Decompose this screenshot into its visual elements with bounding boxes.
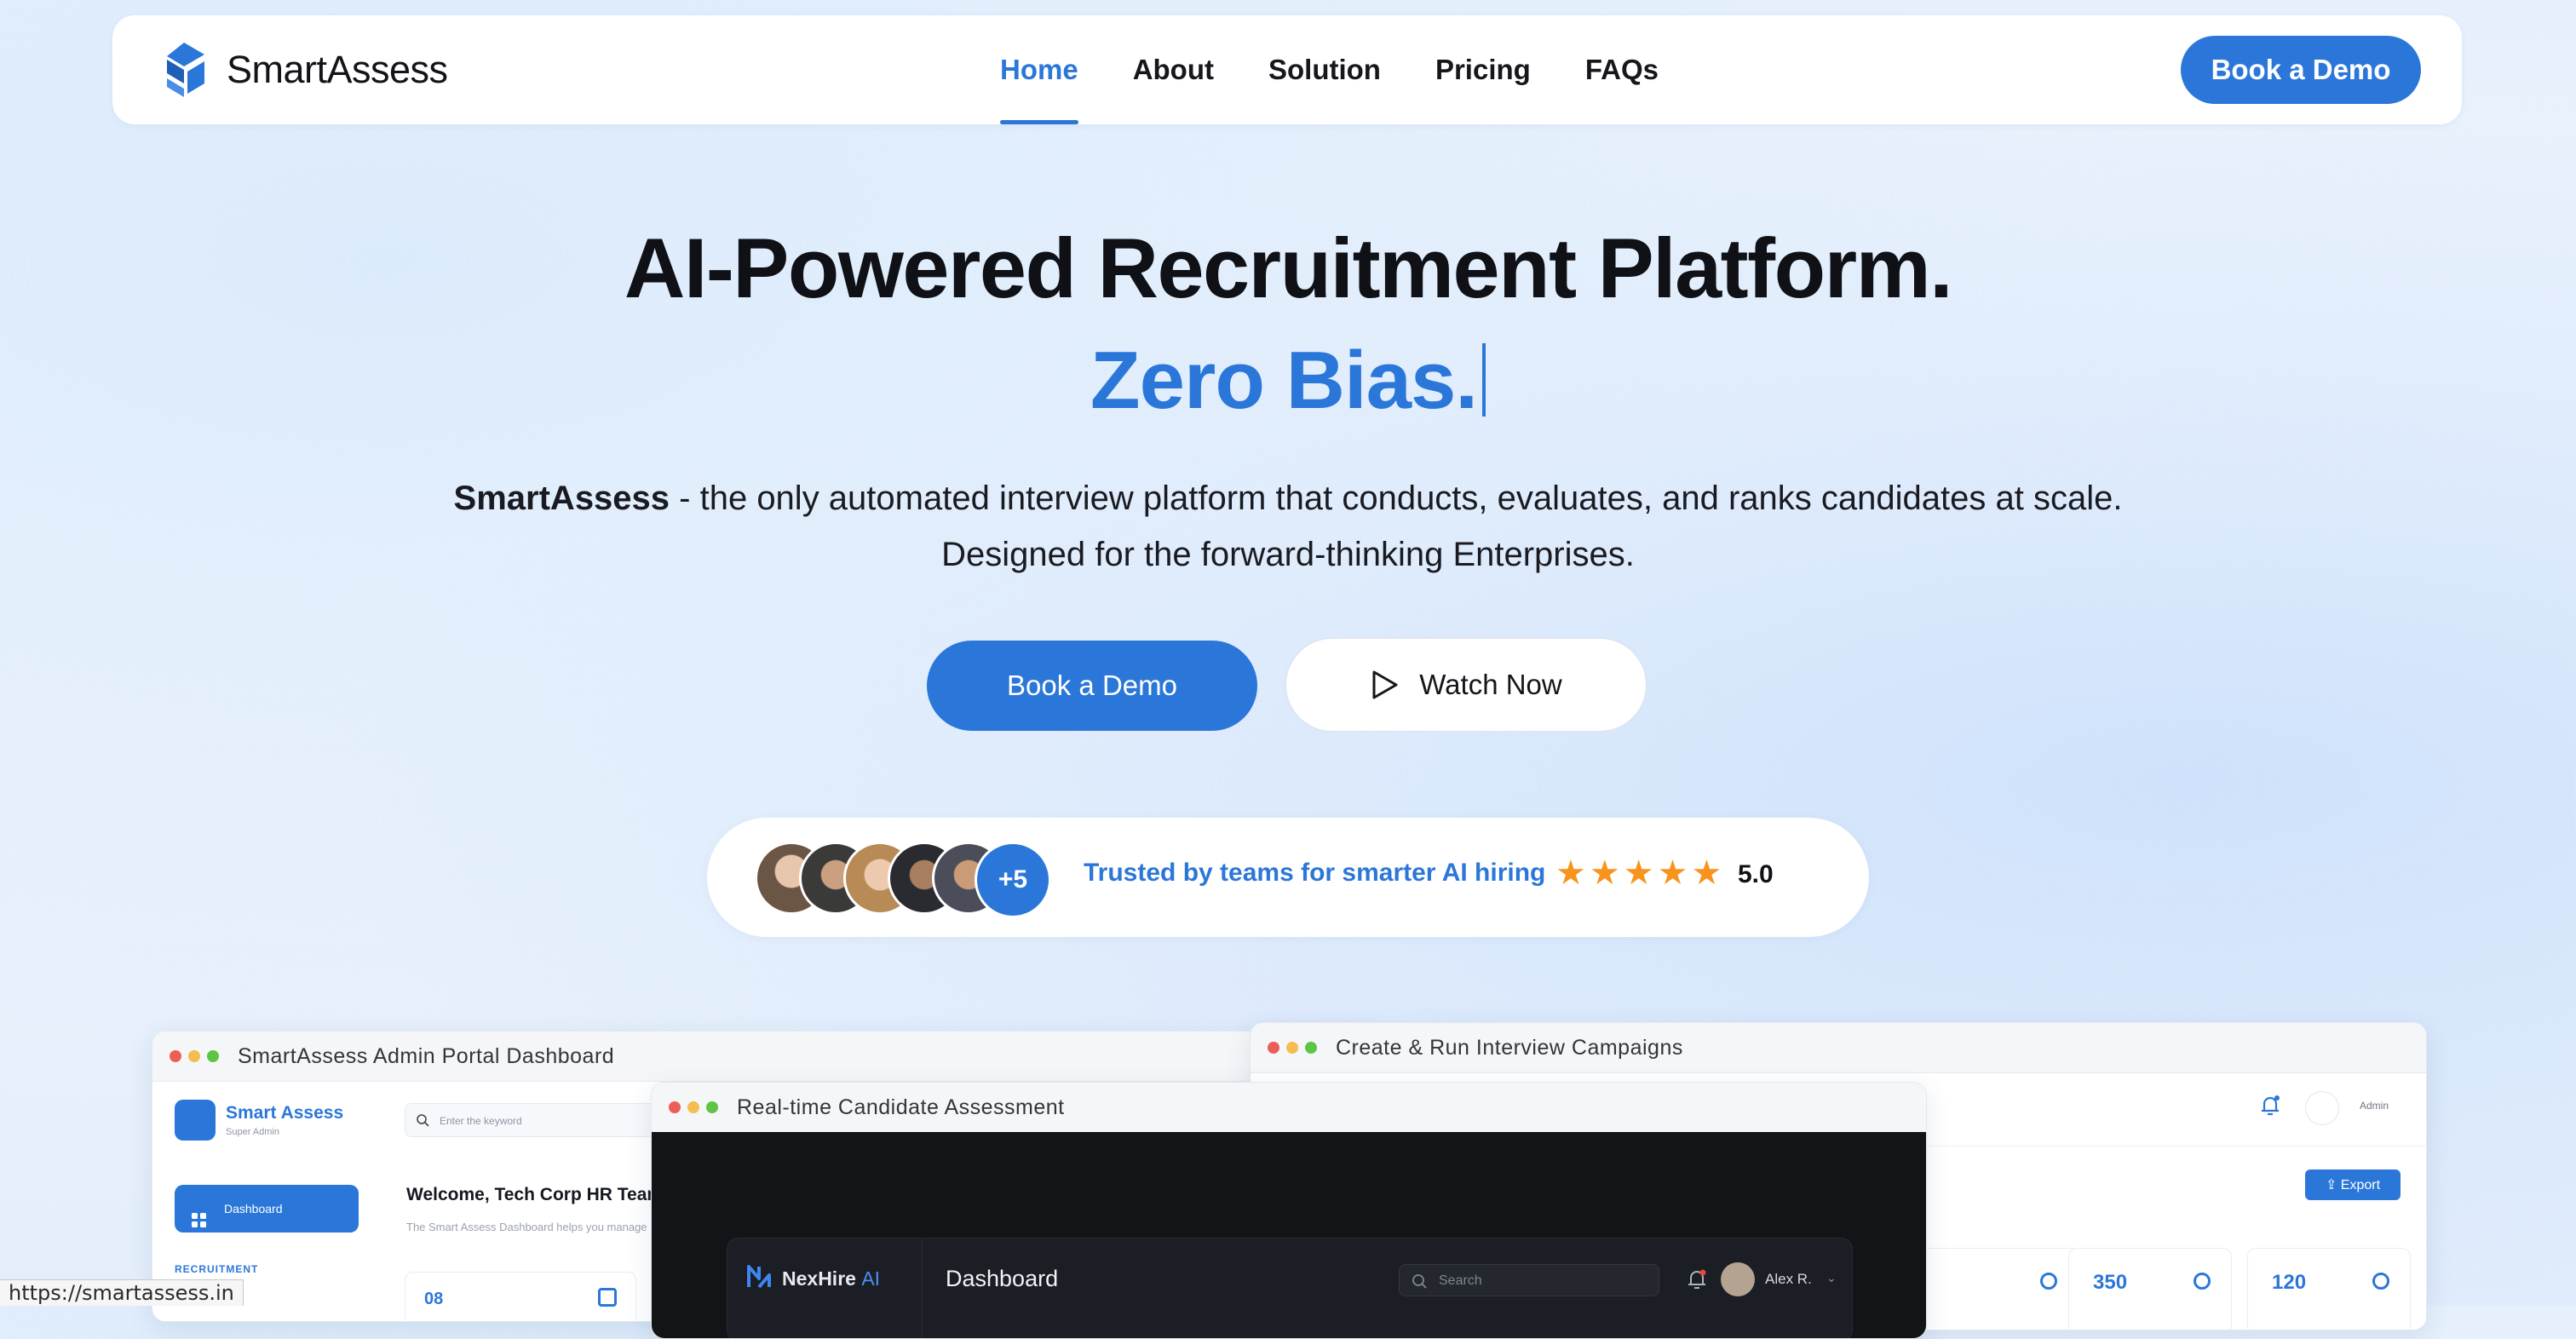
maximize-dot-icon (706, 1101, 718, 1113)
stat-card: 120 (2247, 1248, 2411, 1330)
minimize-dot-icon (687, 1101, 699, 1113)
window-titlebar: Create & Run Interview Campaigns (1251, 1023, 2426, 1073)
avatar[interactable] (2305, 1091, 2339, 1125)
nav-book-demo-button[interactable]: Book a Demo (2181, 36, 2421, 104)
app-brand-suffix: AI (861, 1267, 881, 1290)
app-user-name: Alex R. (1765, 1271, 1812, 1287)
rating-value: 5.0 (1738, 860, 1774, 888)
hero-brand-bold: SmartAssess (453, 480, 670, 517)
notification-bell-icon[interactable] (2257, 1093, 2283, 1118)
sidebar-section-label: RECRUITMENT (175, 1263, 259, 1275)
nexhire-logo-icon (747, 1265, 771, 1289)
admin-search-placeholder: Enter the keyword (440, 1115, 522, 1127)
main-menu: Home About Solution Pricing FAQs (1000, 15, 1713, 124)
sidebar-item-label: Dashboard (224, 1202, 283, 1215)
nav-home[interactable]: Home (1000, 15, 1078, 124)
search-icon (1412, 1274, 1427, 1289)
maximize-dot-icon (207, 1050, 219, 1062)
hero-book-demo-button[interactable]: Book a Demo (927, 641, 1257, 731)
brand-name: SmartAssess (227, 48, 448, 91)
admin-role: Super Admin (226, 1127, 279, 1137)
app-brand: NexHire AI (782, 1267, 880, 1290)
assessment-window: Real-time Candidate Assessment NexHire A… (651, 1082, 1927, 1339)
notification-bell-icon[interactable] (1685, 1267, 1709, 1291)
hero-description-text: - the only automated interview platform … (670, 480, 2123, 573)
typing-caret (1482, 343, 1486, 417)
search-icon (417, 1114, 429, 1127)
trust-badge: +5 Trusted by teams for smarter AI hirin… (707, 818, 1869, 937)
assessment-app-header: NexHire AI Dashboard Search Alex R. ⌄ (727, 1238, 1853, 1338)
share-icon: ⇪ (2325, 1178, 2341, 1192)
hero-description: SmartAssess - the only automated intervi… (417, 470, 2159, 583)
app-brand-name: NexHire (782, 1267, 856, 1290)
close-dot-icon (669, 1101, 681, 1113)
window-title: Create & Run Interview Campaigns (1336, 1035, 1683, 1060)
window-title: SmartAssess Admin Portal Dashboard (238, 1043, 615, 1068)
window-titlebar: Real-time Candidate Assessment (652, 1083, 1926, 1133)
stat-value: 350 (2093, 1271, 2128, 1294)
export-label: Export (2340, 1178, 2381, 1192)
browser-status-url: https://smartassess.in (0, 1279, 244, 1306)
app-search-input[interactable]: Search (1399, 1264, 1659, 1296)
brand-logo[interactable]: SmartAssess (158, 41, 448, 99)
maximize-dot-icon (1305, 1042, 1317, 1054)
admin-welcome-heading: Welcome, Tech Corp HR Team (406, 1185, 664, 1204)
stat-card: 08 (405, 1272, 636, 1321)
more-avatars-badge: +5 (975, 842, 1051, 918)
grid-icon (192, 1200, 207, 1227)
app-search-placeholder: Search (1439, 1273, 1482, 1288)
award-icon (2194, 1273, 2211, 1290)
close-dot-icon (170, 1050, 181, 1062)
users-icon (598, 1288, 617, 1307)
stat-value: 08 (424, 1290, 444, 1308)
nav-pricing[interactable]: Pricing (1435, 15, 1531, 124)
stat-card: 350 (2068, 1248, 2232, 1330)
play-icon (1372, 670, 1398, 699)
chevron-down-icon[interactable]: ⌄ (1826, 1271, 1837, 1285)
hero-tagline-wrap: Zero Bias. (0, 334, 2576, 428)
app-sidebar-header: NexHire AI (727, 1238, 923, 1338)
admin-logo-icon (175, 1100, 216, 1141)
hero-tagline: Zero Bias. (1090, 335, 1478, 426)
stat-card (1915, 1248, 2079, 1330)
stat-value: 120 (2272, 1271, 2307, 1294)
hero-title: AI-Powered Recruitment Platform. (624, 221, 1953, 315)
window-titlebar: SmartAssess Admin Portal Dashboard (152, 1032, 1379, 1082)
minimize-dot-icon (1286, 1042, 1298, 1054)
nav-about[interactable]: About (1133, 15, 1214, 124)
target-icon (2040, 1273, 2057, 1290)
watch-now-label: Watch Now (1419, 669, 1562, 700)
admin-welcome-description: The Smart Assess Dashboard helps you man… (406, 1221, 647, 1233)
smartassess-logo-icon (167, 43, 204, 97)
nav-faqs[interactable]: FAQs (1585, 15, 1659, 124)
close-dot-icon (1268, 1042, 1279, 1054)
window-title: Real-time Candidate Assessment (737, 1095, 1065, 1119)
user-name: Admin (2359, 1100, 2389, 1112)
avatar[interactable] (1721, 1262, 1755, 1296)
chart-icon (2372, 1273, 2389, 1290)
watch-now-button[interactable]: Watch Now (1285, 637, 1647, 733)
top-navbar: SmartAssess Home About Solution Pricing … (112, 15, 2462, 124)
rating-stars-icon: ★★★★★ (1555, 854, 1726, 892)
admin-brand: Smart Assess (226, 1103, 344, 1123)
sidebar-item-dashboard[interactable]: Dashboard (175, 1185, 359, 1233)
export-button[interactable]: ⇪ Export (2305, 1169, 2401, 1200)
trust-text: Trusted by teams for smarter AI hiring (1084, 859, 1546, 887)
app-page-title: Dashboard (946, 1266, 1059, 1291)
nav-solution[interactable]: Solution (1268, 15, 1381, 124)
minimize-dot-icon (188, 1050, 200, 1062)
